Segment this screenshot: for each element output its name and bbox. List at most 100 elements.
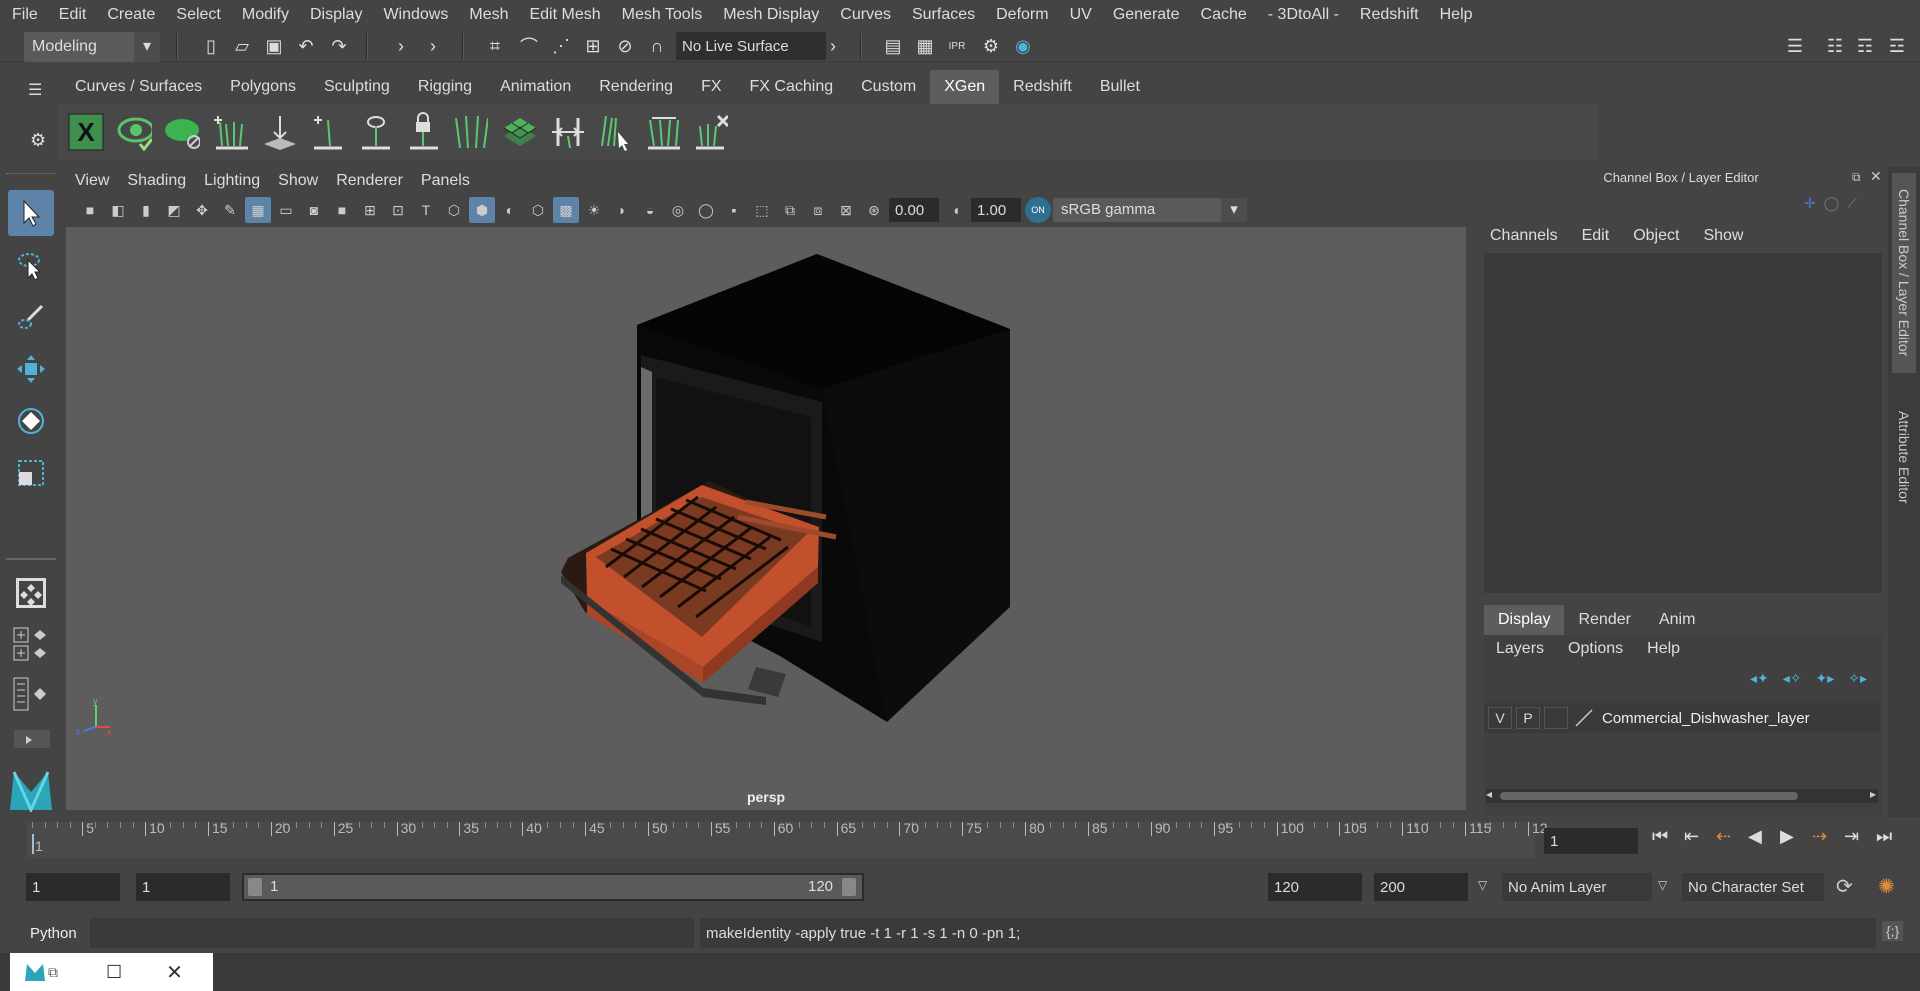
current-time-marker[interactable] <box>32 834 34 854</box>
time-slider[interactable]: 1 5 10 15 20 25 30 35 40 45 50 55 60 65 70 75 80 85 90 95 1… <box>27 820 1548 858</box>
ambient-occlusion-icon[interactable]: ◒ <box>637 197 663 223</box>
resolution-gate-icon[interactable]: ◙ <box>301 197 327 223</box>
shelf-tab-polygons[interactable]: Polygons <box>216 70 310 104</box>
safe-title-icon[interactable]: T <box>413 197 439 223</box>
color-management-icon[interactable]: ON <box>1025 197 1051 223</box>
bookmark-icon[interactable]: ▮ <box>133 197 159 223</box>
ipr-render-icon[interactable]: IPR <box>944 33 970 59</box>
shelf-tab-fx[interactable]: FX <box>687 70 735 104</box>
range-start-handle[interactable] <box>248 878 262 896</box>
xray-joints-icon[interactable]: ⧈ <box>805 197 831 223</box>
go-to-end-icon[interactable]: ⏭ <box>1876 826 1908 847</box>
xgen-density-icon[interactable] <box>500 109 536 155</box>
xgen-select-guides-icon[interactable] <box>356 109 392 155</box>
layer-menu-options[interactable]: Options <box>1556 640 1635 658</box>
move-layer-down-icon[interactable]: ◂✧ <box>1783 670 1802 687</box>
collapse-arrow-icon[interactable]: › <box>420 33 446 59</box>
xgen-sculpt-guides-icon[interactable] <box>452 109 488 155</box>
default-lighting-icon[interactable]: ◐ <box>497 197 523 223</box>
shelf-tab-sculpting[interactable]: Sculpting <box>310 70 404 104</box>
grid-icon[interactable]: ▦ <box>245 197 271 223</box>
xgen-guide-length-icon[interactable] <box>644 109 680 155</box>
side-tab-attribute-editor[interactable]: Attribute Editor <box>1892 387 1916 527</box>
xgen-cut-guides-icon[interactable] <box>548 109 584 155</box>
channel-list[interactable] <box>1484 253 1882 593</box>
gamma-field[interactable]: 1.00 <box>971 198 1021 222</box>
menu-select[interactable]: Select <box>176 6 220 24</box>
lasso-tool-button[interactable] <box>8 242 54 288</box>
snap-curve-icon[interactable]: ⌒ <box>516 33 542 59</box>
gate-mask-icon[interactable]: ■ <box>329 197 355 223</box>
layer-scrollbar[interactable]: ◂ ▸ <box>1486 787 1878 803</box>
channel-box-menu-object[interactable]: Object <box>1621 227 1691 245</box>
move-layer-up-icon[interactable]: ◂✦ <box>1750 670 1769 687</box>
shelf-tab-custom[interactable]: Custom <box>847 70 930 104</box>
playback-start-field[interactable]: 1 <box>136 873 230 901</box>
exposure-field[interactable]: 0.00 <box>889 198 939 222</box>
sidebar-toggle-icon[interactable]: ☰ <box>1782 33 1808 59</box>
viewport-menu-view[interactable]: View <box>75 172 109 190</box>
menu-mesh-display[interactable]: Mesh Display <box>723 6 819 24</box>
layer-visibility-toggle[interactable]: V <box>1488 707 1512 729</box>
go-to-start-icon[interactable]: ⏮ <box>1652 826 1684 847</box>
isolate-select-icon[interactable]: ⬚ <box>749 197 775 223</box>
use-all-lights-icon[interactable]: ☀ <box>581 197 607 223</box>
menu-redshift[interactable]: Redshift <box>1360 6 1419 24</box>
layer-name[interactable]: Commercial_Dishwasher_layer <box>1602 710 1810 727</box>
channel-box-menu-show[interactable]: Show <box>1691 227 1755 245</box>
xray-icon[interactable]: ⧉ <box>777 197 803 223</box>
undo-icon[interactable]: ↶ <box>293 33 319 59</box>
menu-edit[interactable]: Edit <box>59 6 87 24</box>
scroll-right-icon[interactable]: ▸ <box>1870 787 1876 801</box>
new-scene-icon[interactable]: ▯ <box>198 33 224 59</box>
layer-menu-help[interactable]: Help <box>1635 640 1692 658</box>
menu-deform[interactable]: Deform <box>996 6 1048 24</box>
shelf-tab-animation[interactable]: Animation <box>486 70 585 104</box>
last-tool-button[interactable] <box>8 570 54 616</box>
channel-box-toggle-icon[interactable]: ☲ <box>1884 33 1910 59</box>
wireframe-icon[interactable]: ⬡ <box>441 197 467 223</box>
viewport-menu-lighting[interactable]: Lighting <box>204 172 260 190</box>
shelf-tab-rendering[interactable]: Rendering <box>585 70 687 104</box>
xgen-create-description-icon[interactable] <box>164 109 200 155</box>
side-tab-channel-box[interactable]: Channel Box / Layer Editor <box>1892 173 1916 373</box>
motion-blur-icon[interactable]: ◎ <box>665 197 691 223</box>
layer-tab-display[interactable]: Display <box>1484 605 1565 635</box>
menu-curves[interactable]: Curves <box>840 6 891 24</box>
xgen-comb-guides-icon[interactable] <box>596 109 632 155</box>
snap-view-plane-icon[interactable]: ⊞ <box>580 33 606 59</box>
save-scene-icon[interactable]: ▣ <box>261 33 287 59</box>
2d-pan-zoom-icon[interactable]: ✥ <box>189 197 215 223</box>
menu-3dtoall[interactable]: - 3DtoAll - <box>1268 6 1339 24</box>
close-icon[interactable]: ✕ <box>166 960 183 985</box>
smooth-shade-icon[interactable]: ⬢ <box>469 197 495 223</box>
textured-icon[interactable]: ▩ <box>553 197 579 223</box>
depth-of-field-icon[interactable]: ▪ <box>721 197 747 223</box>
anti-aliasing-icon[interactable]: ◯ <box>693 197 719 223</box>
snap-grid-icon[interactable]: ⌗ <box>482 33 508 59</box>
collapse-arrow-icon[interactable]: › <box>820 33 846 59</box>
layer-tab-anim[interactable]: Anim <box>1645 605 1709 635</box>
character-set-dropdown[interactable]: No Character Set <box>1682 873 1824 901</box>
hypershade-icon[interactable]: ◉ <box>1010 33 1036 59</box>
xgen-place-guides-icon[interactable] <box>260 109 296 155</box>
layer-playback-toggle[interactable]: P <box>1516 707 1540 729</box>
shelf-menu-icon[interactable]: ☰ <box>28 80 50 99</box>
range-slider[interactable]: 1 120 <box>242 873 864 901</box>
menu-create[interactable]: Create <box>107 6 155 24</box>
menu-surfaces[interactable]: Surfaces <box>912 6 975 24</box>
playback-end-field[interactable]: 120 <box>1268 873 1362 901</box>
chevron-down-icon[interactable]: ▽ <box>1658 878 1667 892</box>
restore-icon[interactable]: ⧉ <box>48 964 58 981</box>
play-backward-icon[interactable]: ◀ <box>1748 826 1780 847</box>
open-scene-icon[interactable]: ▱ <box>229 33 255 59</box>
step-forward-frame-icon[interactable]: ⇢ <box>1812 826 1844 847</box>
layout-four-view-icon[interactable] <box>12 626 52 662</box>
color-space-dropdown[interactable]: sRGB gamma ▾ <box>1053 198 1247 222</box>
viewport-menu-panels[interactable]: Panels <box>421 172 470 190</box>
step-back-frame-icon[interactable]: ⇠ <box>1716 826 1748 847</box>
viewport-menu-show[interactable]: Show <box>278 172 318 190</box>
channel-box-menu-channels[interactable]: Channels <box>1478 227 1570 245</box>
camera-attributes-icon[interactable]: ◧ <box>105 197 131 223</box>
menu-generate[interactable]: Generate <box>1113 6 1180 24</box>
